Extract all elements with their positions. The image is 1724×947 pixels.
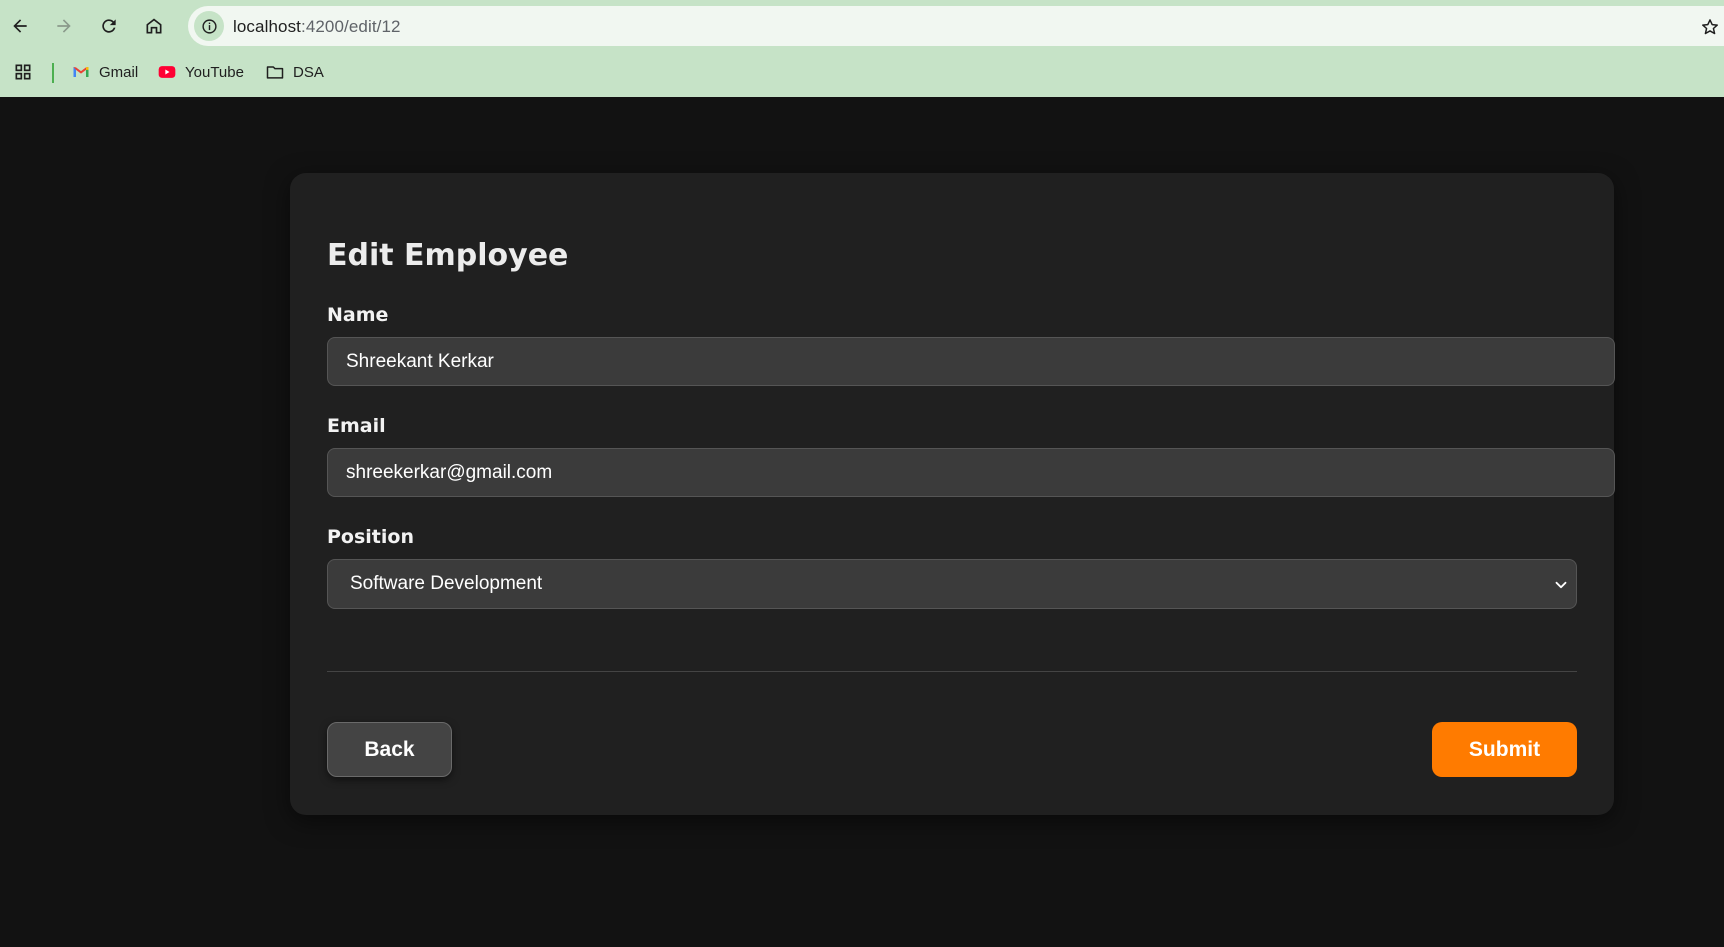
bookmark-gmail-label: Gmail: [99, 63, 139, 81]
page-title: Edit Employee: [327, 238, 569, 273]
url-text: localhost:4200/edit/12: [233, 17, 401, 37]
email-input[interactable]: [327, 448, 1615, 497]
reload-button[interactable]: [90, 7, 128, 45]
position-selected-value: Software Development: [350, 573, 543, 594]
bookmark-youtube-label: YouTube: [185, 63, 244, 81]
home-button[interactable]: [135, 7, 173, 45]
site-info-button[interactable]: [194, 11, 224, 41]
bookmark-star-icon[interactable]: [1700, 17, 1720, 37]
chevron-down-icon: [1555, 581, 1567, 589]
forward-nav-button[interactable]: [45, 7, 83, 45]
reload-icon: [102, 19, 116, 33]
browser-chrome: localhost:4200/edit/12 Gmail YouTube DSA: [0, 0, 1724, 97]
bookmark-dsa-label: DSA: [293, 63, 324, 81]
submit-button[interactable]: Submit: [1432, 722, 1577, 777]
position-select[interactable]: Software Development: [327, 559, 1577, 609]
bookmark-youtube[interactable]: YouTube: [157, 59, 244, 85]
form-divider: [327, 671, 1577, 672]
address-bar[interactable]: localhost:4200/edit/12: [188, 6, 1724, 46]
back-nav-button[interactable]: [1, 7, 39, 45]
bookmark-gmail[interactable]: Gmail: [71, 59, 138, 85]
name-label: Name: [327, 304, 389, 326]
browser-toolbar: localhost:4200/edit/12: [0, 4, 1724, 48]
arrow-right-icon: [57, 19, 71, 33]
position-label: Position: [327, 526, 414, 548]
bookmarks-bar: Gmail YouTube DSA: [0, 56, 1724, 88]
url-path: :4200/edit/12: [301, 17, 401, 36]
bookmarks-separator: [52, 63, 54, 83]
url-host: localhost: [233, 17, 301, 36]
folder-icon: [266, 66, 284, 79]
home-icon: [146, 18, 162, 34]
edit-employee-card: Edit Employee Name Email Position Softwa…: [290, 173, 1615, 815]
apps-grid-icon: [15, 64, 31, 80]
arrow-left-icon: [13, 19, 27, 33]
info-icon: [201, 18, 217, 34]
gmail-icon: [73, 67, 89, 77]
name-input[interactable]: [327, 337, 1615, 386]
email-label: Email: [327, 415, 386, 437]
youtube-icon: [158, 66, 176, 78]
apps-button[interactable]: [13, 59, 33, 85]
back-button[interactable]: Back: [327, 722, 452, 777]
bookmark-dsa[interactable]: DSA: [265, 59, 324, 85]
